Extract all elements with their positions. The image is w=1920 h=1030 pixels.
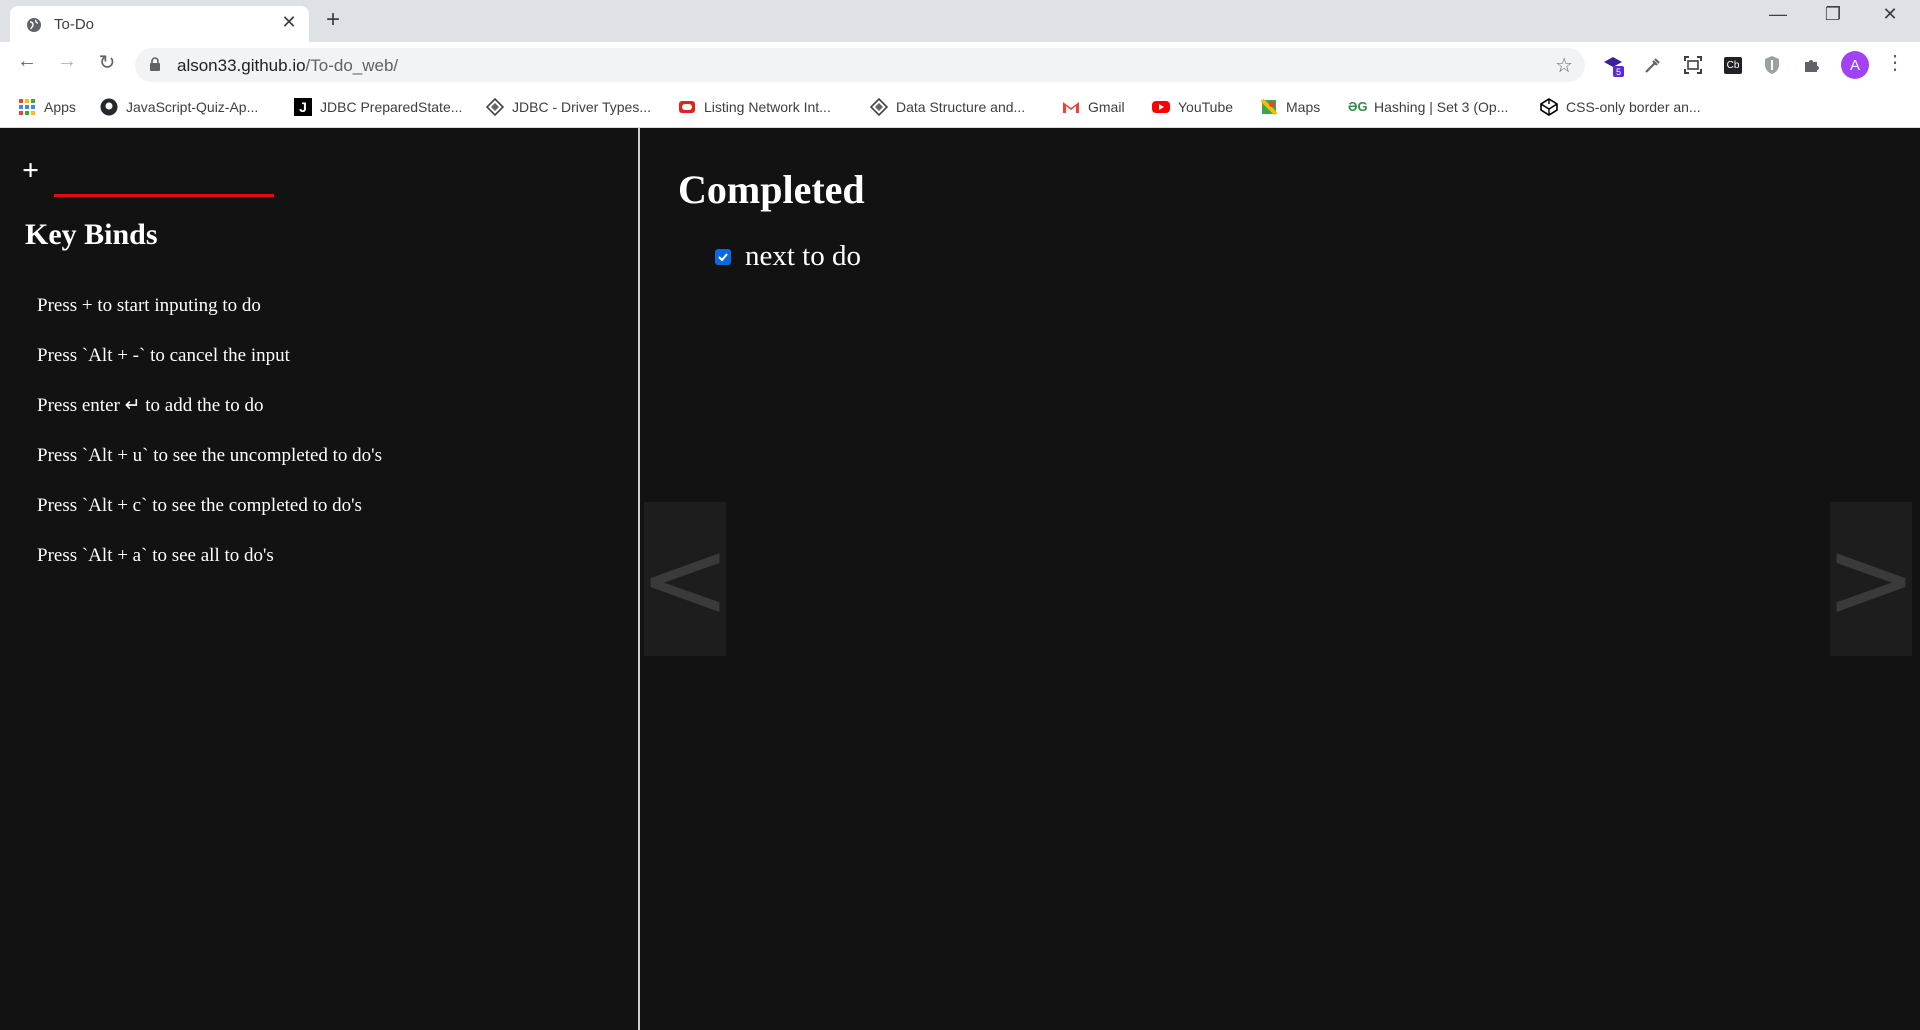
maps-icon xyxy=(1260,98,1278,116)
window-close-button[interactable]: ✕ xyxy=(1870,4,1910,25)
keybind-item: Press `Alt + a` to see all to do's xyxy=(37,545,274,566)
bookmark-label: Gmail xyxy=(1088,99,1125,115)
bookmark-javascript-quiz[interactable]: JavaScript-Quiz-Ap... xyxy=(100,87,258,127)
diamond-logo-icon xyxy=(486,98,504,116)
bookmark-css-border[interactable]: CSS-only border an... xyxy=(1540,87,1701,127)
codepen-icon xyxy=(1540,98,1558,116)
tab-close-icon[interactable]: ✕ xyxy=(278,12,300,33)
forward-button[interactable]: → xyxy=(52,50,82,73)
cb-extension-icon[interactable]: Cb xyxy=(1720,52,1746,78)
keybind-item: Press `Alt + -` to cancel the input xyxy=(37,345,290,366)
bookmark-label: CSS-only border an... xyxy=(1566,99,1701,115)
puzzle-icon[interactable] xyxy=(1799,52,1825,78)
bookmark-listing-network[interactable]: Listing Network Int... xyxy=(678,87,831,127)
bookmark-star-icon[interactable]: ☆ xyxy=(1555,53,1573,78)
keybinds-title: Key Binds xyxy=(25,218,158,251)
back-button[interactable]: ← xyxy=(12,50,42,73)
bookmark-label: JDBC PreparedState... xyxy=(320,99,463,115)
bookmark-label: Maps xyxy=(1286,99,1321,115)
github-icon xyxy=(100,98,118,116)
screenshot-icon[interactable] xyxy=(1680,52,1706,78)
bookmark-apps[interactable]: Apps xyxy=(18,87,76,127)
bookmarks-bar: Apps JavaScript-Quiz-Ap... J JDBC Prepar… xyxy=(0,87,1920,128)
keybind-item: Press `Alt + c` to see the completed to … xyxy=(37,495,362,516)
bookmark-label: Hashing | Set 3 (Op... xyxy=(1374,99,1509,115)
browser-titlebar: To-Do ✕ + — ❐ ✕ xyxy=(0,0,1920,42)
sidebar: + Key Binds Press + to start inputing to… xyxy=(0,128,640,1030)
bookmark-youtube[interactable]: YouTube xyxy=(1152,87,1233,127)
extension-badge-icon[interactable]: 5 xyxy=(1600,52,1626,78)
bookmark-hashing[interactable]: ƏG Hashing | Set 3 (Op... xyxy=(1348,87,1508,127)
bookmark-label: Listing Network Int... xyxy=(704,99,831,115)
globe-icon xyxy=(27,18,41,32)
checkmark-icon xyxy=(718,252,728,261)
keybind-item: Press `Alt + u` to see the uncompleted t… xyxy=(37,445,382,466)
bookmark-label: Apps xyxy=(44,99,76,115)
bookmark-label: YouTube xyxy=(1178,99,1234,115)
tab-title: To-Do xyxy=(54,16,95,33)
diamond-logo-icon xyxy=(870,98,888,116)
bookmark-gmail[interactable]: Gmail xyxy=(1062,87,1125,127)
j-logo-icon: J xyxy=(294,98,312,116)
gfg-icon: ƏG xyxy=(1348,99,1368,114)
address-bar[interactable]: alson33.github.io/To-do_web/ ☆ xyxy=(135,48,1585,82)
todo-checkbox[interactable] xyxy=(715,248,731,265)
todo-input[interactable] xyxy=(54,152,274,197)
keybind-item: Press enter ↵ to add the to do xyxy=(37,395,264,416)
todo-app: + Key Binds Press + to start inputing to… xyxy=(0,128,1920,1030)
bookmark-maps[interactable]: Maps xyxy=(1260,87,1320,127)
keybind-item: Press + to start inputing to do xyxy=(37,295,261,316)
restore-button[interactable]: ❐ xyxy=(1813,4,1853,25)
eyedropper-icon[interactable] xyxy=(1640,52,1666,78)
prev-arrow-button[interactable]: < xyxy=(639,502,731,656)
extension-badge-count: 5 xyxy=(1616,67,1621,77)
next-arrow-button[interactable]: > xyxy=(1825,502,1917,656)
browser-tab[interactable]: To-Do ✕ xyxy=(10,6,309,42)
oracle-icon xyxy=(679,101,695,113)
todo-text: next to do xyxy=(745,240,861,272)
profile-avatar[interactable]: A xyxy=(1841,51,1869,79)
section-title: Completed xyxy=(678,167,865,212)
shield-icon[interactable] xyxy=(1759,52,1785,78)
bookmark-jdbc-prepared[interactable]: J JDBC PreparedState... xyxy=(294,87,462,127)
gmail-icon xyxy=(1063,102,1079,113)
bookmark-jdbc-driver[interactable]: JDBC - Driver Types... xyxy=(486,87,651,127)
new-tab-button[interactable]: + xyxy=(326,6,340,34)
apps-grid-icon xyxy=(19,99,35,115)
reload-button[interactable]: ↻ xyxy=(92,50,122,75)
lock-icon xyxy=(150,57,160,71)
keybinds-list: Press + to start inputing to do Press `A… xyxy=(37,294,382,594)
youtube-icon xyxy=(1152,101,1170,113)
bookmark-label: JDBC - Driver Types... xyxy=(512,99,651,115)
bookmark-data-structure[interactable]: Data Structure and... xyxy=(870,87,1025,127)
todo-panel: Completed next to do < > xyxy=(639,128,1920,1030)
todo-item: next to do xyxy=(715,240,861,273)
browser-toolbar: ← → ↻ alson33.github.io/To-do_web/ ☆ 5 C… xyxy=(0,42,1920,87)
browser-menu-button[interactable]: ⋮ xyxy=(1880,50,1910,75)
minimize-button[interactable]: — xyxy=(1758,4,1798,25)
bookmark-label: JavaScript-Quiz-Ap... xyxy=(126,99,259,115)
add-todo-button[interactable]: + xyxy=(22,154,39,188)
address-url: alson33.github.io/To-do_web/ xyxy=(177,56,399,75)
bookmark-label: Data Structure and... xyxy=(896,99,1026,115)
